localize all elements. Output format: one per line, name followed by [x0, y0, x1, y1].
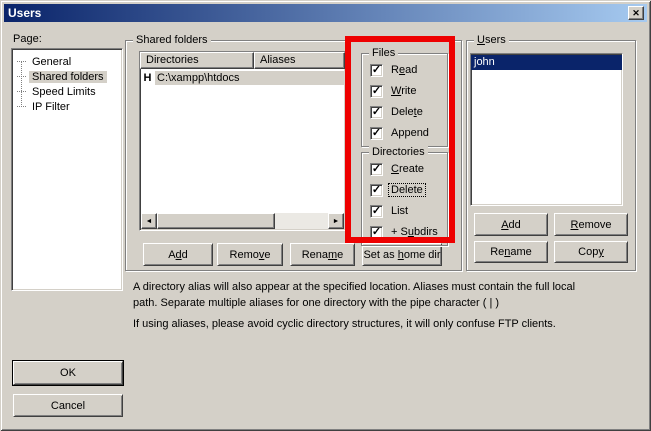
page-label: Page: — [13, 33, 42, 45]
sidebar-item-ip-filter[interactable]: IP Filter — [12, 99, 122, 114]
rename-user-button[interactable]: Rename — [474, 241, 548, 263]
directories-group: Directories ✓ Create ✓ Delete ✓ List ✓ +… — [361, 152, 448, 246]
shared-folders-listview[interactable]: Directories Aliases H C:\xampp\htdocs ◄ … — [139, 51, 346, 231]
check-icon: ✓ — [372, 227, 381, 237]
directory-row[interactable]: H C:\xampp\htdocs — [140, 70, 345, 85]
checkbox-box[interactable]: ✓ — [370, 85, 383, 98]
remove-user-button[interactable]: Remove — [554, 213, 628, 236]
checkbox-box[interactable]: ✓ — [370, 64, 383, 77]
directories-group-label: Directories — [369, 146, 428, 158]
rename-directory-button[interactable]: Rename — [290, 243, 355, 266]
users-list[interactable]: john — [470, 53, 623, 206]
check-icon: ✓ — [372, 206, 381, 216]
checkbox-append[interactable]: ✓ Append — [370, 126, 443, 140]
listview-header: Directories Aliases — [140, 52, 345, 69]
check-icon: ✓ — [372, 128, 381, 138]
window-title: Users — [4, 6, 41, 20]
checkbox-label[interactable]: + Subdirs — [389, 226, 440, 238]
scroll-right-button[interactable]: ► — [328, 213, 344, 229]
check-icon: ✓ — [372, 185, 381, 195]
arrow-left-icon: ◄ — [146, 218, 153, 225]
scrollbar-track[interactable] — [275, 213, 328, 229]
home-flag: H — [140, 72, 155, 84]
sidebar-item-speed-limits[interactable]: Speed Limits — [12, 84, 122, 99]
checkbox-box[interactable]: ✓ — [370, 226, 383, 239]
checkbox-delete-files[interactable]: ✓ Delete — [370, 105, 443, 119]
horizontal-scrollbar[interactable]: ◄ ► — [141, 213, 344, 229]
close-icon: ✕ — [632, 8, 640, 19]
check-icon: ✓ — [372, 107, 381, 117]
checkbox-list[interactable]: ✓ List — [370, 204, 443, 218]
scrollbar-thumb[interactable] — [157, 213, 275, 229]
add-directory-button[interactable]: Add — [143, 243, 213, 266]
column-header-directories[interactable]: Directories — [140, 52, 254, 69]
add-user-button[interactable]: Add — [474, 213, 548, 236]
ok-button[interactable]: OK — [13, 361, 123, 385]
checkbox-label[interactable]: List — [389, 205, 410, 217]
sidebar-item-label: Speed Limits — [29, 86, 99, 98]
remove-directory-button[interactable]: Remove — [217, 243, 283, 266]
checkbox-write[interactable]: ✓ Write — [370, 84, 443, 98]
alias-help-line: If using aliases, please avoid cyclic di… — [133, 316, 645, 332]
close-button[interactable]: ✕ — [628, 6, 644, 20]
checkbox-create[interactable]: ✓ Create — [370, 162, 443, 176]
checkbox-label[interactable]: Append — [389, 127, 431, 139]
alias-help-line: path. Separate multiple aliases for one … — [133, 295, 645, 311]
users-group-label: Users — [474, 34, 509, 46]
checkbox-box[interactable]: ✓ — [370, 205, 383, 218]
checkbox-label[interactable]: Delete — [389, 106, 425, 118]
checkbox-box[interactable]: ✓ — [370, 163, 383, 176]
sidebar-item-label: General — [29, 56, 74, 68]
cancel-button[interactable]: Cancel — [13, 394, 123, 417]
shared-folders-group-label: Shared folders — [133, 34, 211, 46]
alias-help-text: A directory alias will also appear at th… — [133, 279, 645, 332]
checkbox-subdirs[interactable]: ✓ + Subdirs — [370, 225, 443, 239]
copy-user-button[interactable]: Copy — [554, 241, 628, 263]
checkbox-label[interactable]: Read — [389, 64, 419, 76]
check-icon: ✓ — [372, 164, 381, 174]
tree-connector — [21, 61, 22, 107]
set-home-dir-button[interactable]: Set as home dir — [362, 243, 442, 266]
check-icon: ✓ — [372, 65, 381, 75]
checkbox-delete-dirs[interactable]: ✓ Delete — [370, 183, 443, 197]
alias-help-line: A directory alias will also appear at th… — [133, 279, 645, 295]
checkbox-read[interactable]: ✓ Read — [370, 63, 443, 77]
files-group-label: Files — [369, 47, 398, 59]
checkbox-label[interactable]: Create — [389, 163, 426, 175]
checkbox-box[interactable]: ✓ — [370, 127, 383, 140]
files-group: Files ✓ Read ✓ Write ✓ Delete ✓ Append — [361, 53, 448, 147]
checkbox-box[interactable]: ✓ — [370, 184, 383, 197]
sidebar-item-shared-folders[interactable]: Shared folders — [12, 69, 122, 84]
directory-cell: C:\xampp\htdocs — [155, 71, 345, 85]
scroll-left-button[interactable]: ◄ — [141, 213, 157, 229]
checkbox-box[interactable]: ✓ — [370, 106, 383, 119]
page-list[interactable]: General Shared folders Speed Limits IP F… — [11, 48, 123, 291]
users-dialog: Users ✕ Page: General Shared folders Spe… — [0, 0, 651, 431]
checkbox-label[interactable]: Write — [389, 85, 418, 97]
sidebar-item-general[interactable]: General — [12, 54, 122, 69]
sidebar-item-label: Shared folders — [29, 71, 107, 83]
user-list-item[interactable]: john — [471, 55, 622, 70]
title-bar[interactable]: Users ✕ — [4, 4, 647, 22]
check-icon: ✓ — [372, 86, 381, 96]
arrow-right-icon: ► — [333, 218, 340, 225]
column-header-aliases[interactable]: Aliases — [254, 52, 345, 69]
sidebar-item-label: IP Filter — [29, 101, 73, 113]
checkbox-label[interactable]: Delete — [389, 184, 425, 196]
